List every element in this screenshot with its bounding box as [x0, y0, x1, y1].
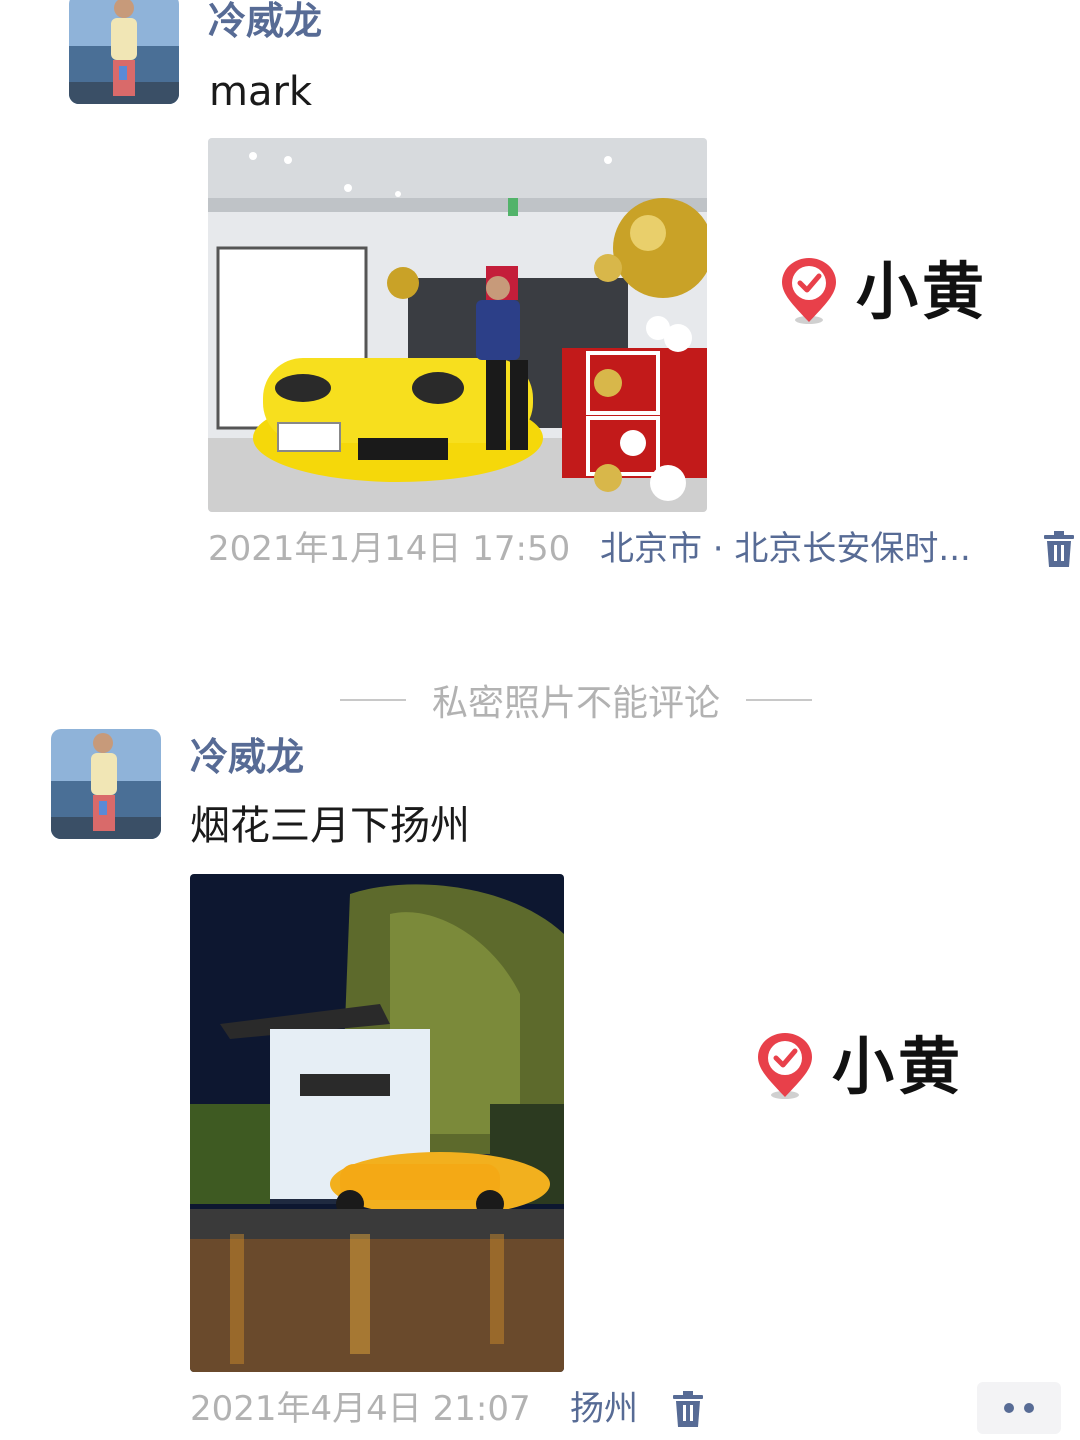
post2-location[interactable]: 扬州: [570, 1392, 638, 1426]
divider-line-left: [339, 699, 406, 701]
post2-sticker: 小黄: [756, 1033, 964, 1101]
checkmark-pin-icon: [782, 258, 836, 324]
post2-text: 烟花三月下扬州: [190, 803, 470, 849]
post1-author-name[interactable]: 冷威龙: [208, 2, 322, 40]
post2-photo[interactable]: [190, 874, 564, 1372]
post1-sticker-label: 小黄: [856, 255, 989, 328]
post2-author-name[interactable]: 冷威龙: [190, 738, 304, 776]
post1-photo[interactable]: [208, 138, 707, 512]
post1-location[interactable]: 北京市 · 北京长安保时...: [600, 532, 971, 566]
post1-avatar[interactable]: [69, 0, 179, 104]
private-photo-divider: 私密照片不能评论: [326, 678, 826, 724]
checkmark-pin-icon: [758, 1033, 812, 1099]
post1-timestamp: 2021年1月14日 17:50: [208, 529, 571, 569]
divider-text: 私密照片不能评论: [431, 683, 720, 724]
post2-more-button[interactable]: [977, 1382, 1061, 1434]
post1-sticker: 小黄: [780, 258, 988, 326]
trash-icon[interactable]: [673, 1391, 703, 1427]
post2-sticker-label: 小黄: [832, 1030, 965, 1103]
divider-line-right: [746, 699, 812, 701]
post1-text: mark: [209, 69, 313, 115]
more-dot-icon: [1004, 1403, 1014, 1413]
post2-timestamp: 2021年4月4日 21:07: [190, 1389, 531, 1429]
trash-icon[interactable]: [1044, 531, 1074, 567]
more-dot-icon: [1024, 1403, 1034, 1413]
post2-avatar[interactable]: [51, 729, 161, 839]
